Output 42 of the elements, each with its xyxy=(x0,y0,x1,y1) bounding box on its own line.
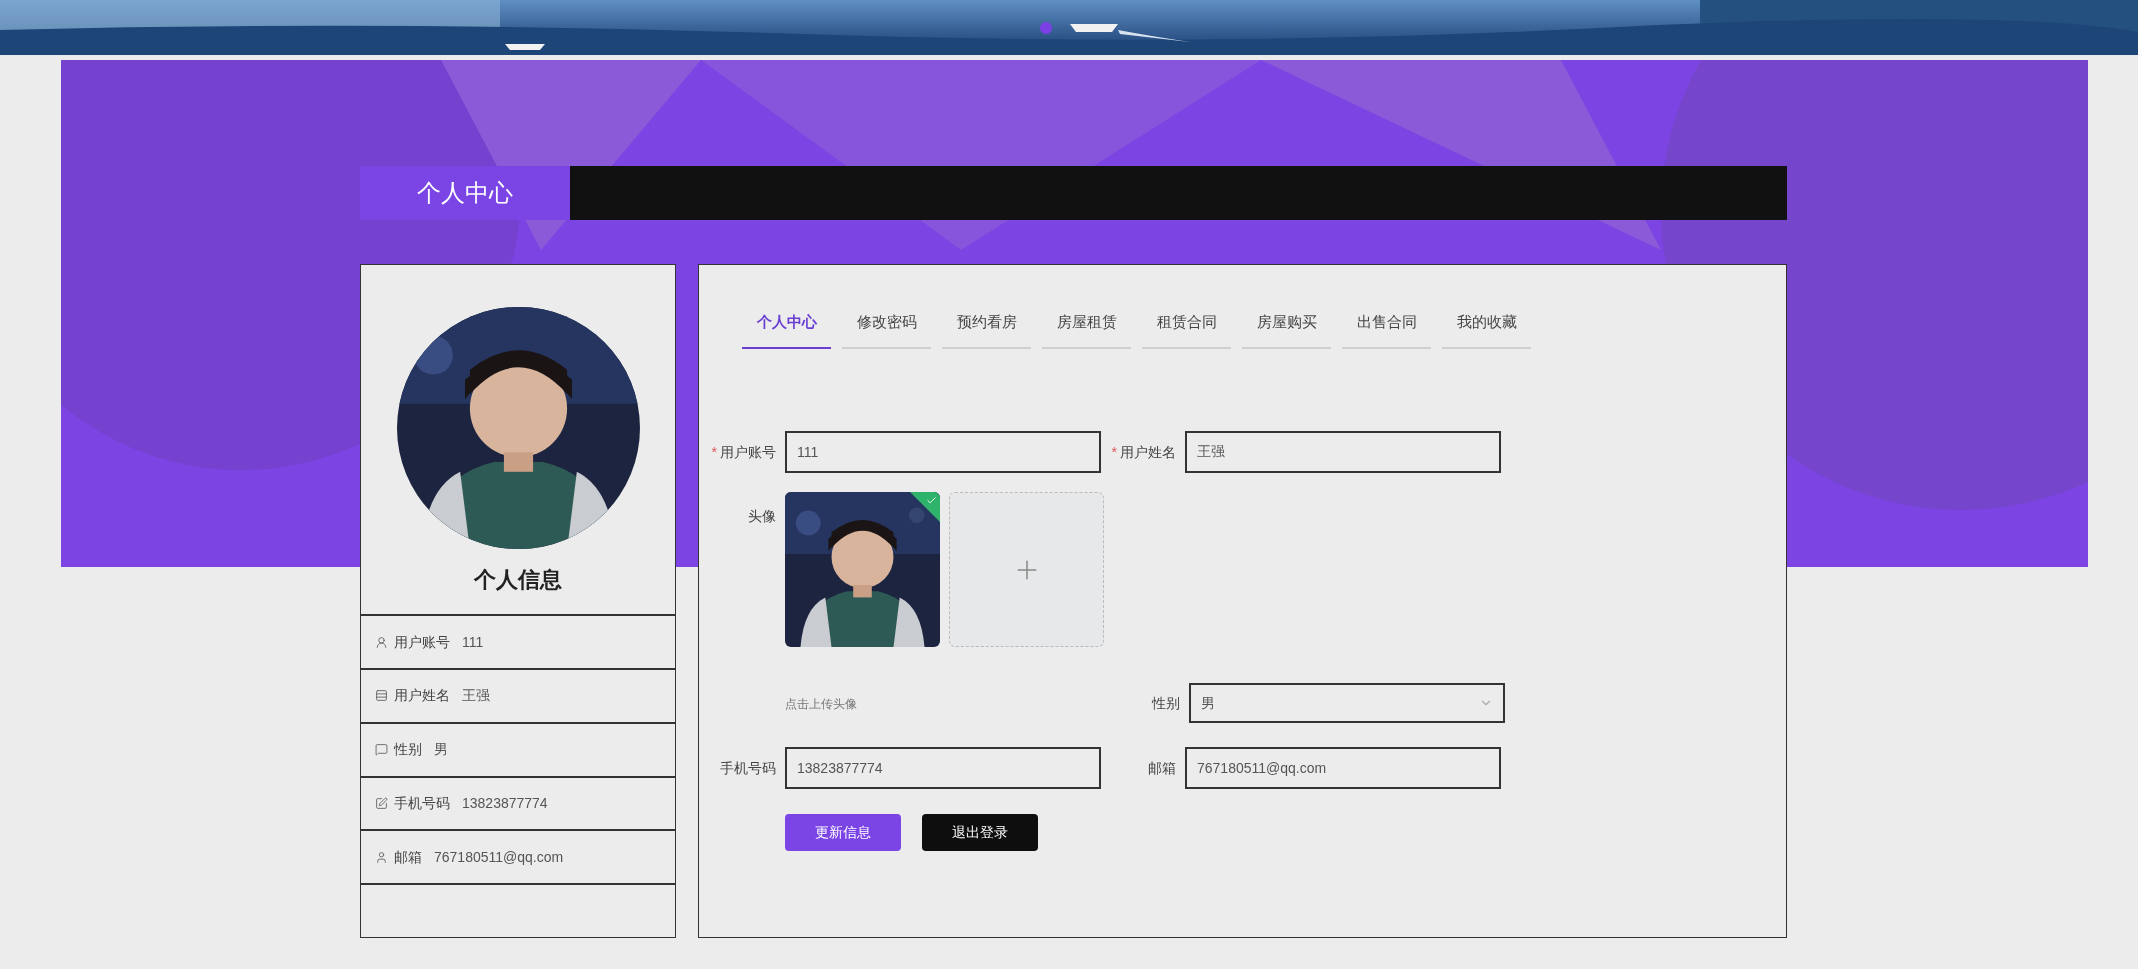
row-icon xyxy=(375,689,388,703)
tab[interactable]: 出售合同 xyxy=(1342,297,1431,349)
row-label: 手机号码 xyxy=(394,793,450,813)
row-label: 性别 xyxy=(394,740,422,760)
tab[interactable]: 我的收藏 xyxy=(1442,297,1531,349)
field-label: 邮箱 xyxy=(1148,758,1176,778)
input-field[interactable]: 767180511@qq.com xyxy=(1185,747,1501,789)
row-icon xyxy=(375,743,388,757)
update-button[interactable]: 更新信息 xyxy=(785,814,901,851)
row-value: 13823877774 xyxy=(462,793,548,813)
tab[interactable]: 预约看房 xyxy=(942,297,1031,349)
tab[interactable]: 修改密码 xyxy=(842,297,931,349)
field-label: 用户姓名 xyxy=(1120,442,1176,462)
required-mark: * xyxy=(1111,442,1117,462)
profile-heading: 个人信息 xyxy=(472,566,563,595)
row-icon xyxy=(375,635,388,649)
row-value: 767180511@qq.com xyxy=(434,847,564,867)
tab[interactable]: 房屋购买 xyxy=(1242,297,1331,349)
input-field[interactable]: 111 xyxy=(785,431,1101,473)
row-icon xyxy=(375,850,388,864)
tab[interactable]: 房屋租赁 xyxy=(1042,297,1131,349)
logout-button[interactable]: 退出登录 xyxy=(922,814,1038,851)
field-label: 用户账号 xyxy=(720,442,776,462)
tab[interactable]: 个人中心 xyxy=(742,297,831,349)
gender-select[interactable]: 男 xyxy=(1189,683,1505,723)
row-label: 邮箱 xyxy=(394,847,422,867)
row-label: 用户账号 xyxy=(394,632,450,652)
field-label: 头像 xyxy=(748,508,776,524)
input-field[interactable]: 王强 xyxy=(1185,431,1501,473)
field-label: 性别 xyxy=(1150,693,1181,713)
row-value: 111 xyxy=(462,632,484,652)
tab[interactable]: 租赁合同 xyxy=(1142,297,1231,349)
row-label: 用户姓名 xyxy=(394,686,450,706)
field-label: 手机号码 xyxy=(720,758,776,778)
page-title: 个人中心 xyxy=(360,166,570,220)
upload-button[interactable] xyxy=(949,492,1104,647)
row-icon xyxy=(375,796,388,810)
required-mark: * xyxy=(711,442,717,462)
row-value: 男 xyxy=(434,740,448,760)
upload-hint: 点击上传头像 xyxy=(785,697,857,711)
row-value: 王强 xyxy=(462,686,490,706)
input-field[interactable]: 13823877774 xyxy=(785,747,1101,789)
